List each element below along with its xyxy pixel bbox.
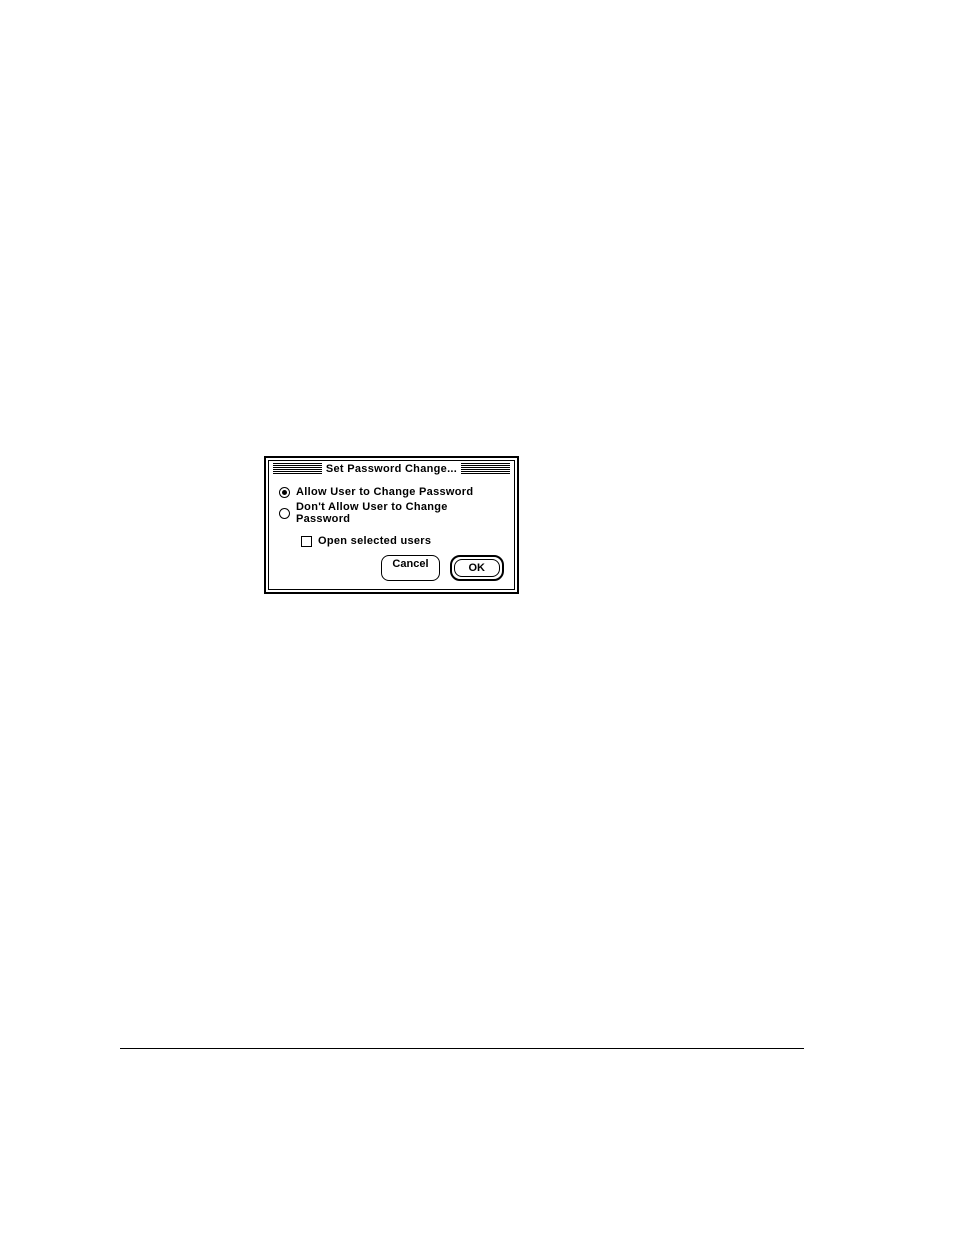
radio-dont-allow[interactable] — [279, 508, 290, 519]
dialog-titlebar: Set Password Change... — [269, 461, 514, 477]
dialog-title: Set Password Change... — [322, 463, 461, 475]
radio-allow-label: Allow User to Change Password — [296, 486, 473, 498]
radio-dont-allow-label: Don't Allow User to Change Password — [296, 501, 504, 525]
default-button-ring: OK — [450, 555, 505, 581]
page: Set Password Change... Allow User to Cha… — [0, 0, 954, 1235]
dialog-inner-frame: Set Password Change... Allow User to Cha… — [268, 460, 515, 590]
radio-dont-allow-row[interactable]: Don't Allow User to Change Password — [279, 501, 504, 525]
dialog-window: Set Password Change... Allow User to Cha… — [264, 456, 519, 594]
radio-allow[interactable] — [279, 487, 290, 498]
page-divider — [120, 1048, 804, 1049]
radio-dot-icon — [282, 490, 287, 495]
titlebar-stripes-left — [273, 463, 322, 475]
checkbox-open-users-label: Open selected users — [318, 535, 431, 547]
radio-allow-row[interactable]: Allow User to Change Password — [279, 486, 504, 498]
cancel-button[interactable]: Cancel — [381, 555, 439, 581]
checkbox-open-users-row[interactable]: Open selected users — [301, 535, 504, 547]
ok-button[interactable]: OK — [454, 559, 501, 577]
checkbox-open-users[interactable] — [301, 536, 312, 547]
titlebar-stripes-right — [461, 463, 510, 475]
dialog-body: Allow User to Change Password Don't Allo… — [269, 477, 514, 589]
dialog-button-row: Cancel OK — [279, 555, 504, 581]
